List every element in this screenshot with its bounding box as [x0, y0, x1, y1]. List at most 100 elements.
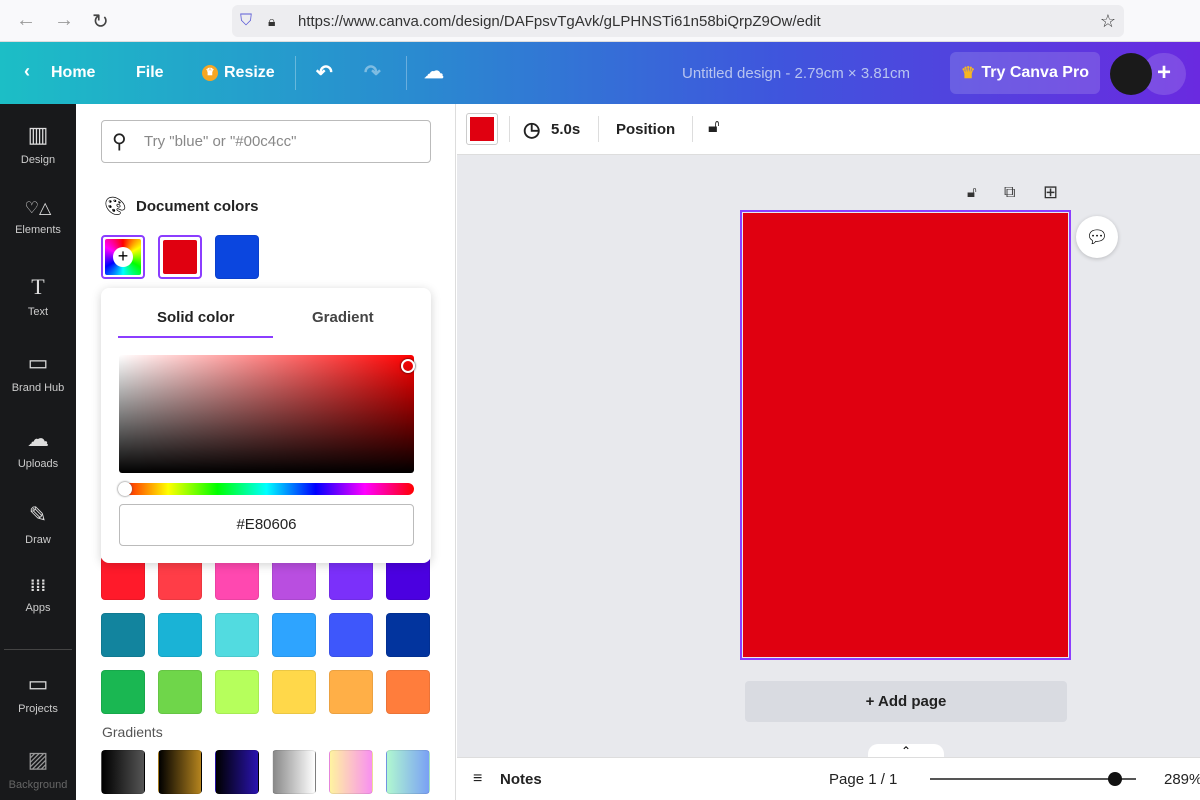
color-swatch[interactable]: [272, 670, 316, 714]
gradient-swatch[interactable]: [386, 750, 430, 794]
text-icon: T: [31, 274, 45, 299]
color-swatch[interactable]: [215, 670, 259, 714]
fill-color-button[interactable]: [466, 113, 498, 145]
upload-cloud-icon: ☁: [27, 426, 49, 451]
notes-button[interactable]: Notes: [500, 771, 542, 788]
color-handle[interactable]: [401, 359, 415, 373]
sidebar-label: Brand Hub: [11, 382, 65, 394]
comment-icon[interactable]: 💬︎: [1076, 216, 1118, 258]
background-icon: ▨: [27, 747, 49, 772]
sidebar-item-brand-hub[interactable]: ▭ Brand Hub: [0, 350, 76, 394]
undo-icon[interactable]: ↶: [316, 60, 333, 85]
sidebar-label: Text: [27, 306, 49, 318]
back-icon[interactable]: ←: [16, 9, 36, 32]
url-text: https://www.canva.com/design/DAFpsvTgAvk…: [298, 12, 821, 30]
bottom-bar: ≡ Notes Page 1 / 1 289%: [457, 757, 1200, 800]
document-color-swatch[interactable]: [158, 235, 202, 279]
file-menu[interactable]: File: [136, 64, 164, 82]
redo-icon[interactable]: ↷: [364, 60, 381, 85]
page-indicator[interactable]: Page 1 / 1: [829, 771, 897, 788]
color-swatch[interactable]: [386, 613, 430, 657]
zoom-level[interactable]: 289%: [1164, 771, 1200, 788]
lock-page-icon[interactable]: 🔓︎: [967, 184, 977, 201]
home-button[interactable]: Home: [51, 64, 95, 82]
try-pro-label: Try Canva Pro: [981, 64, 1089, 81]
browser-bar: ← → ↻ ⛉ 🔒︎ https://www.canva.com/design/…: [0, 0, 1200, 42]
sidebar-item-text[interactable]: T Text: [0, 274, 76, 318]
unlock-icon[interactable]: 🔓︎: [708, 116, 720, 137]
sidebar-item-design[interactable]: ▥ Design: [0, 122, 76, 166]
sidebar-label: Draw: [25, 534, 51, 546]
tab-gradient[interactable]: Gradient: [312, 309, 374, 326]
url-bar[interactable]: ⛉ 🔒︎ https://www.canva.com/design/DAFpsv…: [232, 5, 1124, 37]
shield-icon: ⛉: [240, 12, 253, 29]
gradient-swatch[interactable]: [158, 750, 202, 794]
zoom-slider[interactable]: [930, 772, 1136, 786]
color-swatch[interactable]: [101, 613, 145, 657]
tab-solid-color[interactable]: Solid color: [157, 309, 235, 326]
sidebar-label: Projects: [18, 703, 58, 715]
add-page-button[interactable]: + Add page: [745, 681, 1067, 722]
color-swatch[interactable]: [215, 613, 259, 657]
sidebar-item-draw[interactable]: ✎ Draw: [0, 502, 76, 546]
color-swatch[interactable]: [158, 613, 202, 657]
draw-icon: ✎: [28, 502, 48, 527]
apps-grid-icon: ⁞⁞⁞: [30, 578, 46, 595]
gradient-swatch[interactable]: [101, 750, 145, 794]
plus-icon: +: [113, 247, 133, 267]
sidebar-item-apps[interactable]: ⁞⁞⁞ Apps: [0, 578, 76, 614]
clock-icon: ◷: [523, 119, 541, 141]
color-swatch[interactable]: [101, 670, 145, 714]
sidebar-item-uploads[interactable]: ☁ Uploads: [0, 426, 76, 470]
layout-icon: ▥: [27, 122, 49, 147]
active-tab-indicator: [118, 336, 273, 338]
resize-button[interactable]: Resize: [224, 64, 275, 82]
duplicate-page-icon[interactable]: ⧉: [1004, 184, 1015, 202]
divider: [509, 116, 510, 142]
sidebar-item-projects[interactable]: ▭ Projects: [0, 671, 76, 715]
color-swatch[interactable]: [329, 670, 373, 714]
duration-button[interactable]: 5.0s: [551, 121, 580, 138]
sidebar: ▥ Design ♡△ Elements T Text ▭ Brand Hub ☁ Upl…: [0, 104, 76, 800]
hue-slider[interactable]: [118, 482, 414, 496]
context-toolbar: ◷ 5.0s Position 🔓︎: [457, 104, 1200, 155]
gradient-swatch[interactable]: [215, 750, 259, 794]
color-swatch[interactable]: [386, 670, 430, 714]
try-pro-button[interactable]: ♛ Try Canva Pro: [950, 52, 1100, 94]
crown-icon: ♛: [202, 65, 218, 81]
brand-icon: ▭: [27, 350, 49, 375]
gradient-swatch[interactable]: [272, 750, 316, 794]
position-button[interactable]: Position: [616, 121, 675, 138]
sidebar-label: Design: [20, 154, 56, 166]
hex-input[interactable]: #E80606: [119, 504, 414, 546]
design-page[interactable]: [740, 210, 1071, 660]
saturation-brightness-area[interactable]: [119, 355, 415, 473]
sidebar-label: Uploads: [17, 458, 59, 470]
add-color-button[interactable]: +: [101, 235, 145, 279]
cloud-saved-icon[interactable]: ☁: [424, 59, 444, 84]
color-swatch[interactable]: [329, 613, 373, 657]
sidebar-label: Apps: [25, 602, 51, 614]
sidebar-item-background[interactable]: ▨ Background: [0, 747, 76, 791]
hue-handle[interactable]: [118, 482, 132, 496]
shapes-icon: ♡△: [24, 200, 52, 217]
divider: [598, 116, 599, 142]
forward-icon[interactable]: →: [54, 9, 74, 32]
star-icon[interactable]: ☆: [1100, 11, 1116, 32]
reload-icon[interactable]: ↻: [92, 9, 109, 34]
document-color-swatch[interactable]: [215, 235, 259, 279]
search-placeholder: Try "blue" or "#00c4cc": [144, 133, 297, 150]
color-search-input[interactable]: ⚲ Try "blue" or "#00c4cc": [101, 120, 431, 163]
color-swatch[interactable]: [158, 670, 202, 714]
design-title[interactable]: Untitled design - 2.79cm × 3.81cm: [682, 65, 910, 82]
color-swatch[interactable]: [272, 613, 316, 657]
sidebar-item-elements[interactable]: ♡△ Elements: [0, 198, 76, 236]
avatar[interactable]: [1110, 53, 1152, 95]
folder-icon: ▭: [27, 671, 49, 696]
notes-icon: ≡: [473, 770, 483, 787]
chevron-left-icon[interactable]: ‹: [24, 61, 30, 82]
zoom-slider-handle[interactable]: [1108, 772, 1123, 786]
add-page-icon[interactable]: ⊞: [1043, 182, 1058, 203]
divider: [692, 116, 693, 142]
gradient-swatch[interactable]: [329, 750, 373, 794]
